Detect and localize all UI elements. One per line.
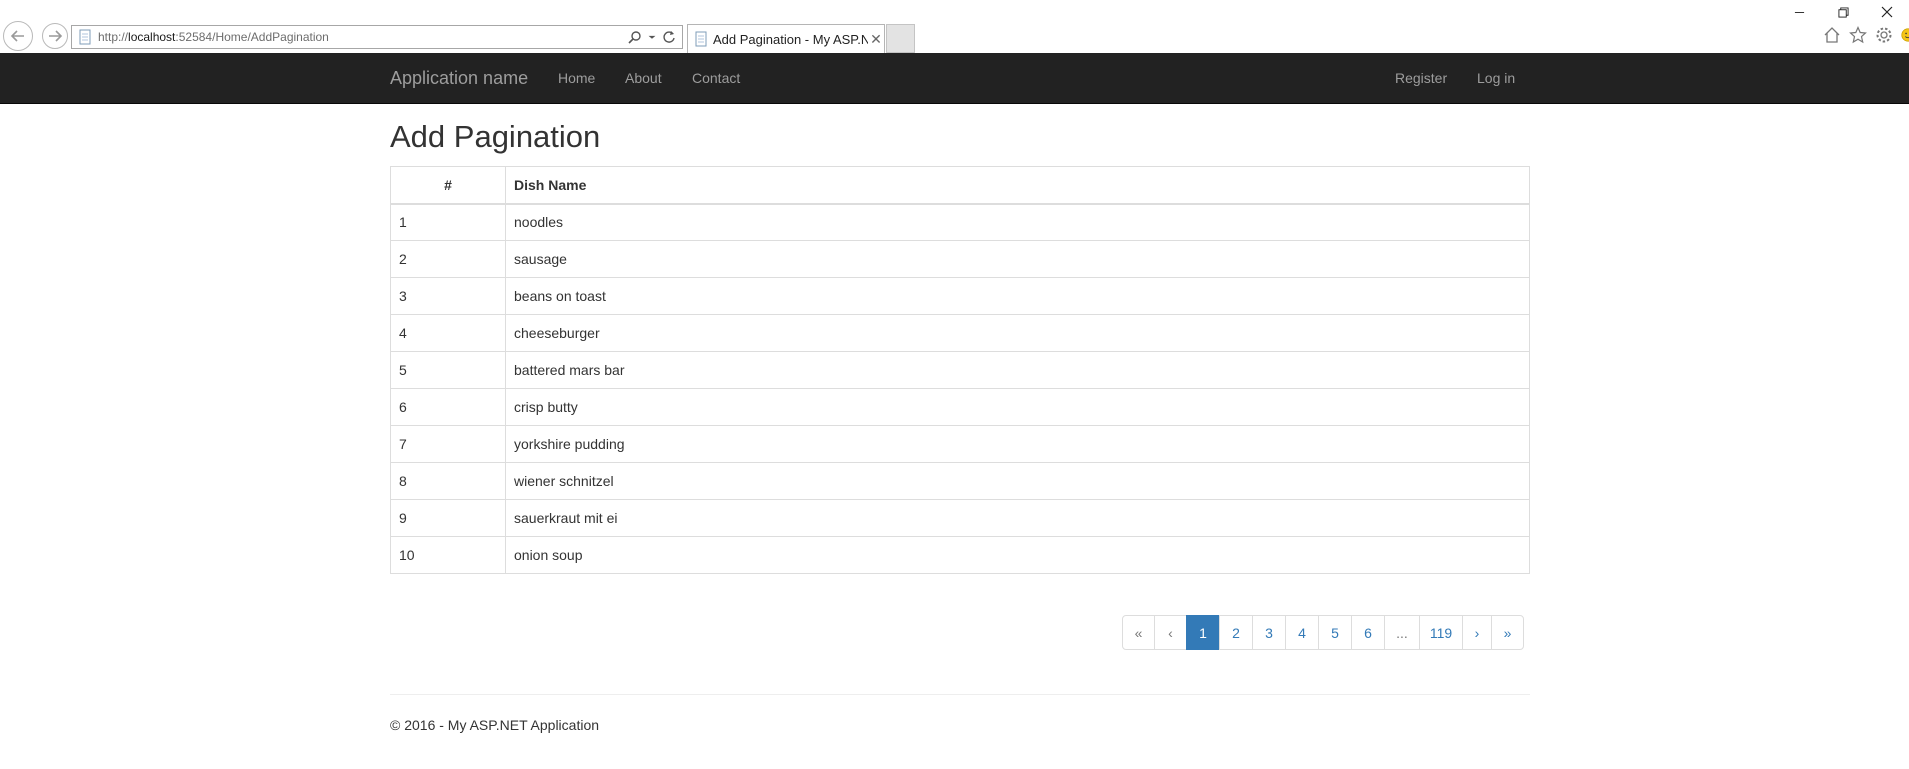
nav-home-link[interactable]: Home — [558, 70, 595, 86]
tab-title: Add Pagination - My ASP.N... — [713, 31, 868, 47]
dish-name: battered mars bar — [505, 351, 1530, 389]
url-host: localhost — [128, 30, 176, 44]
row-number: 6 — [390, 388, 506, 426]
pagination-page-1[interactable]: 1 — [1186, 615, 1220, 650]
address-tools — [628, 30, 682, 44]
table-row: 2 sausage — [390, 240, 1530, 278]
row-number: 7 — [390, 425, 506, 463]
address-bar[interactable]: http://localhost:52584/Home/AddPaginatio… — [71, 25, 683, 49]
pagination-first-button[interactable]: « — [1122, 615, 1155, 650]
column-header-number: # — [390, 166, 506, 205]
table-row: 7 yorkshire pudding — [390, 425, 1530, 463]
footer-divider — [390, 694, 1530, 695]
pagination-page-4[interactable]: 4 — [1285, 615, 1319, 650]
forward-arrow-icon — [49, 30, 63, 42]
browser-chrome: http://localhost:52584/Home/AddPaginatio… — [0, 0, 1909, 53]
pagination: « ‹ 1 2 3 4 5 6 ... 119 › » — [1122, 615, 1524, 650]
table-row: 5 battered mars bar — [390, 351, 1530, 389]
close-tab-icon[interactable]: ✕ — [868, 31, 884, 48]
close-window-icon[interactable] — [1865, 0, 1909, 24]
pagination-page-119[interactable]: 119 — [1419, 615, 1463, 650]
favorites-star-icon[interactable] — [1849, 26, 1867, 44]
restore-icon[interactable] — [1821, 0, 1865, 24]
dish-name: cheeseburger — [505, 314, 1530, 352]
dish-name: onion soup — [505, 536, 1530, 574]
url-path: :52584/Home/AddPagination — [175, 30, 329, 44]
search-icon[interactable] — [628, 30, 642, 44]
pagination-page-2[interactable]: 2 — [1219, 615, 1253, 650]
tab-page-icon — [695, 31, 707, 47]
table-row: 6 crisp butty — [390, 388, 1530, 426]
table-row: 3 beans on toast — [390, 277, 1530, 315]
pagination-page-3[interactable]: 3 — [1252, 615, 1286, 650]
page-title: Add Pagination — [390, 119, 601, 154]
table-row: 1 noodles — [390, 203, 1530, 241]
window-controls — [1777, 0, 1909, 24]
row-number: 10 — [390, 536, 506, 574]
page-icon — [79, 29, 91, 45]
row-number: 9 — [390, 499, 506, 537]
chevron-down-icon[interactable] — [648, 30, 656, 44]
table-row: 8 wiener schnitzel — [390, 462, 1530, 500]
nav-contact-link[interactable]: Contact — [692, 70, 740, 86]
refresh-icon[interactable] — [662, 30, 676, 44]
pagination-prev-button[interactable]: ‹ — [1154, 615, 1187, 650]
dish-name: noodles — [505, 203, 1530, 241]
dish-name: yorkshire pudding — [505, 425, 1530, 463]
dish-name: sauerkraut mit ei — [505, 499, 1530, 537]
nav-about-link[interactable]: About — [625, 70, 662, 86]
table-header-row: # Dish Name — [390, 166, 1530, 205]
top-navbar: Application name Home About Contact Regi… — [0, 53, 1909, 104]
pagination-last-button[interactable]: » — [1491, 615, 1524, 650]
nav-register-link[interactable]: Register — [1395, 70, 1447, 86]
browser-tab[interactable]: Add Pagination - My ASP.N... ✕ — [687, 24, 885, 53]
back-arrow-icon — [10, 30, 24, 42]
row-number: 1 — [390, 203, 506, 241]
table-row: 4 cheeseburger — [390, 314, 1530, 352]
pagination-ellipsis: ... — [1384, 615, 1420, 650]
brand-link[interactable]: Application name — [390, 68, 528, 89]
row-number: 5 — [390, 351, 506, 389]
new-tab-button[interactable] — [886, 24, 915, 53]
dish-name: wiener schnitzel — [505, 462, 1530, 500]
table-row: 10 onion soup — [390, 536, 1530, 574]
dish-name: sausage — [505, 240, 1530, 278]
row-number: 3 — [390, 277, 506, 315]
row-number: 8 — [390, 462, 506, 500]
pagination-page-5[interactable]: 5 — [1318, 615, 1352, 650]
browser-toolbar — [1823, 26, 1909, 44]
column-header-dish-name: Dish Name — [505, 166, 1530, 205]
row-number: 2 — [390, 240, 506, 278]
pagination-page-6[interactable]: 6 — [1351, 615, 1385, 650]
pagination-next-button[interactable]: › — [1462, 615, 1492, 650]
dish-name: beans on toast — [505, 277, 1530, 315]
dishes-table: # Dish Name 1 noodles 2 sausage 3 beans on … — [390, 166, 1530, 574]
nav-login-link[interactable]: Log in — [1477, 70, 1515, 86]
minimize-icon[interactable] — [1777, 0, 1821, 24]
gear-icon[interactable] — [1875, 26, 1893, 44]
footer-copyright: © 2016 - My ASP.NET Application — [390, 717, 600, 733]
url-prefix: http:// — [98, 30, 129, 44]
row-number: 4 — [390, 314, 506, 352]
table-row: 9 sauerkraut mit ei — [390, 499, 1530, 537]
back-button[interactable] — [3, 21, 33, 51]
url-text[interactable]: http://localhost:52584/Home/AddPaginatio… — [98, 30, 628, 44]
dish-name: crisp butty — [505, 388, 1530, 426]
forward-button[interactable] — [42, 23, 68, 49]
home-icon[interactable] — [1823, 26, 1841, 44]
smiley-feedback-icon[interactable] — [1901, 26, 1909, 44]
